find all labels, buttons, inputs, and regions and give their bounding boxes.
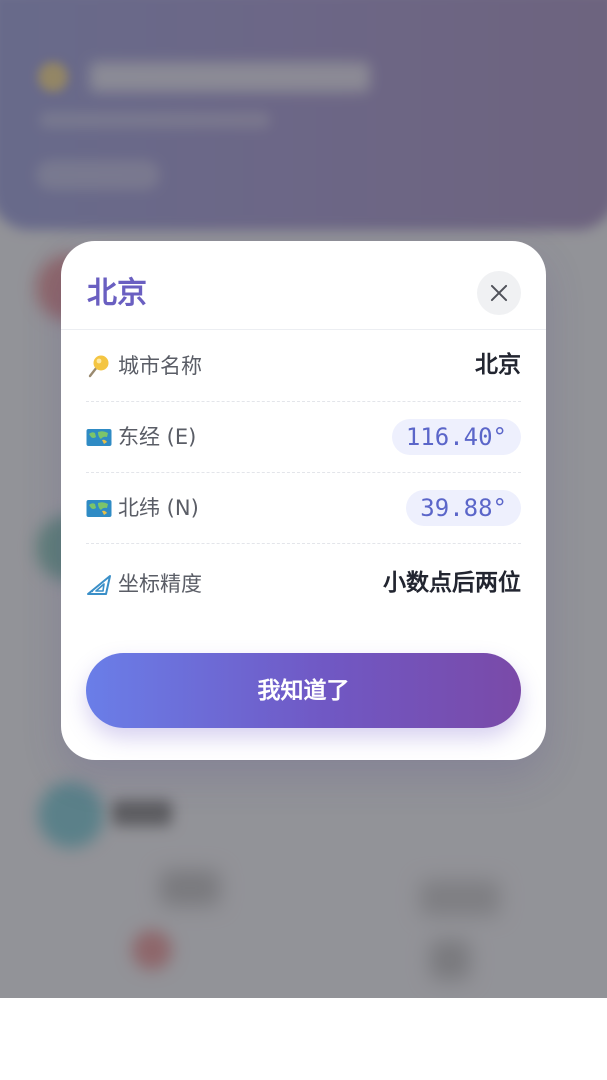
info-row-latitude: 北纬 (N) 39.88° xyxy=(86,472,521,544)
close-button[interactable] xyxy=(477,271,521,315)
info-row-precision: 坐标精度 小数点后两位 xyxy=(86,548,521,620)
precision-value: 小数点后两位 xyxy=(383,570,521,596)
row-label: 城市名称 xyxy=(118,354,202,378)
world-map-icon xyxy=(86,425,112,449)
row-label: 北纬 (N) xyxy=(118,496,199,520)
row-divider xyxy=(86,543,521,544)
confirm-button-label: 我知道了 xyxy=(257,678,350,704)
pin-icon xyxy=(86,354,112,378)
longitude-value: 116.40° xyxy=(391,419,521,455)
world-map-icon xyxy=(86,496,112,520)
triangle-ruler-icon xyxy=(86,572,112,596)
confirm-button[interactable]: 我知道了 xyxy=(86,653,521,728)
row-label: 坐标精度 xyxy=(118,572,202,596)
row-label: 东经 (E) xyxy=(118,425,197,449)
city-info-dialog: 北京 城市名称 北京 东经 (E) 116.40° 北纬 (N) 39.88° … xyxy=(61,241,546,760)
latitude-value: 39.88° xyxy=(406,490,521,526)
info-row-city-name: 城市名称 北京 xyxy=(86,330,521,402)
dialog-title: 北京 xyxy=(87,276,147,311)
city-name-value: 北京 xyxy=(475,352,521,378)
info-row-longitude: 东经 (E) 116.40° xyxy=(86,401,521,473)
